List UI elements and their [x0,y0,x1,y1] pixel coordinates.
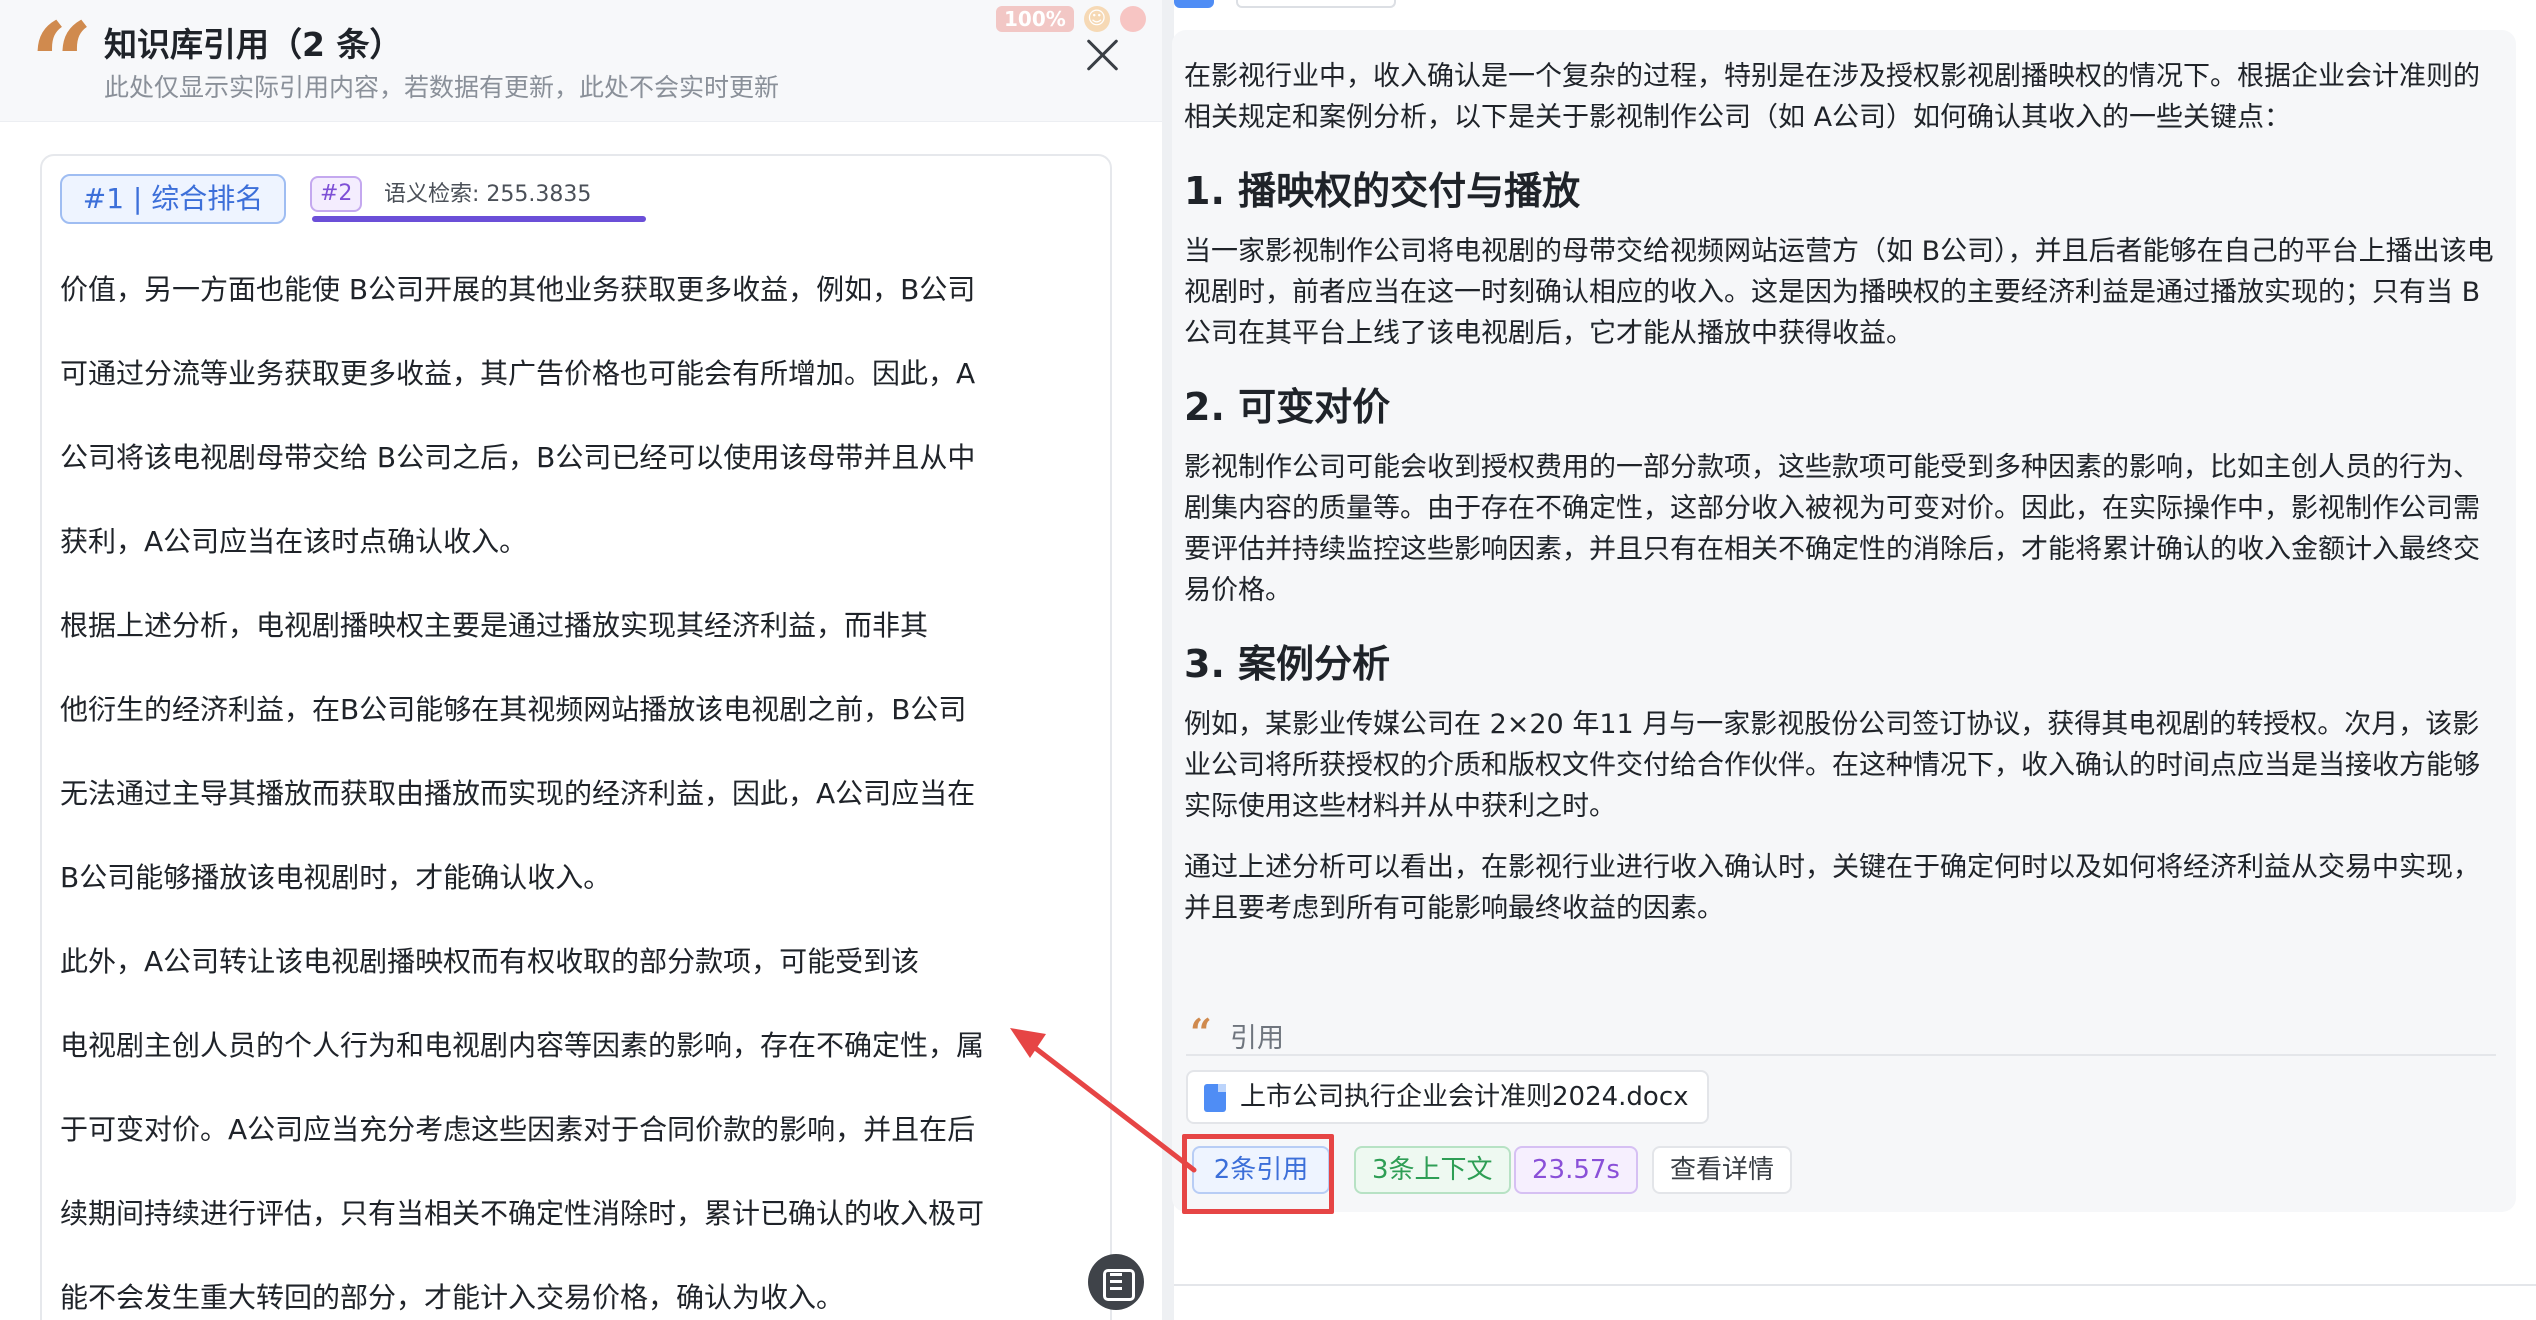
answer-content: 在影视行业中，收入确认是一个复杂的过程，特别是在涉及授权影视剧播映权的情况下。根… [1184,56,2494,929]
citation-line: 公司将该电视剧母带交给 B公司之后，B公司已经可以使用该母带并且从中 [60,441,976,474]
citation-line: 能不会发生重大转回的部分，才能计入交易价格，确认为收入。 [60,1281,845,1314]
citation-panel: “ 知识库引用（2 条） 此处仅显示实际引用内容，若数据有更新，此处不会实时更新… [0,0,1162,1320]
document-icon [1204,1084,1226,1112]
section-body: 当一家影视制作公司将电视剧的母带交给视频网站运营方（如 B公司），并且后者能够在… [1184,236,2494,349]
section-body: 影视制作公司可能会收到授权费用的一部分款项，这些款项可能受到多种因素的影响，比如… [1184,452,2480,606]
panel-title: 知识库引用（2 条） [104,25,403,64]
citation-line: 价值，另一方面也能使 B公司开展的其他业务获取更多收益，例如，B公司 [60,273,976,306]
citation-line: 获利，A公司应当在该时点确认收入。 [60,525,528,558]
cited-file[interactable]: 上市公司执行企业会计准则2024.docx [1186,1070,1709,1124]
quote-icon: “ [1190,1010,1212,1055]
citation-card: #1 | 综合排名 #2 语义检索: 255.3835 价值，另一方面也能使 B… [40,154,1112,1320]
citation-line: 无法通过主导其播放而获取由播放而实现的经济利益，因此，A公司应当在 [60,777,976,810]
zoom-level[interactable]: 100% [996,6,1074,32]
tab-rank[interactable]: #1 | 综合排名 [60,174,286,224]
answer-conclusion: 通过上述分析可以看出，在影视行业进行收入确认时，关键在于确定何时以及如何将经济利… [1184,852,2480,924]
section-heading: 2. 可变对价 [1184,385,1391,429]
top-tab-group[interactable] [1236,0,1396,8]
citation-line: 续期间持续进行评估，只有当相关不确定性消除时，累计已确认的收入极可 [60,1197,985,1230]
quote-icon: “ [30,0,94,127]
bottom-divider [1174,1284,2536,1286]
context-count-button[interactable]: 3条上下文 [1354,1146,1511,1194]
citation-label: 引用 [1230,1023,1284,1054]
cited-file-name: 上市公司执行企业会计准则2024.docx [1240,1082,1689,1112]
citation-line: 此外，A公司转让该电视剧播映权而有权收取的部分款项，可能受到该 [60,945,920,978]
section-heading: 3. 案例分析 [1184,642,1391,686]
section-body: 例如，某影业传媒公司在 2×20 年11 月与一家影视股份公司签订协议，获得其电… [1184,709,2480,822]
active-tab-indicator [312,216,646,222]
citation-panel-header: “ 知识库引用（2 条） 此处仅显示实际引用内容，若数据有更新，此处不会实时更新… [0,0,1162,122]
section-heading: 1. 播映权的交付与播放 [1184,169,1581,213]
citation-line: B公司能够播放该电视剧时，才能确认收入。 [60,861,612,894]
tab-citation-number[interactable]: #2 [310,176,363,212]
response-time-badge: 23.57s [1514,1146,1638,1194]
close-icon[interactable] [1086,38,1120,72]
view-details-button[interactable]: 查看详情 [1652,1146,1793,1194]
citation-line: 于可变对价。A公司应当充分考虑这些因素对于合同价款的影响，并且在后 [60,1113,976,1146]
citation-line: 根据上述分析，电视剧播映权主要是通过播放实现其经济利益，而非其 [60,609,929,642]
citation-text: 价值，另一方面也能使 B公司开展的其他业务获取更多收益，例如，B公司 可通过分流… [60,248,1100,1320]
smile-icon[interactable]: ☺ [1083,6,1110,32]
window-controls: 100% ☺ [996,4,1146,34]
answer-card: 在影视行业中，收入确认是一个复杂的过程，特别是在涉及授权影视剧播映权的情况下。根… [1172,30,2516,1212]
answer-intro: 在影视行业中，收入确认是一个复杂的过程，特别是在涉及授权影视剧播映权的情况下。根… [1184,61,2480,133]
citation-section-header: “ 引用 [1186,1010,2496,1056]
scan-text-icon[interactable] [1088,1254,1144,1310]
semantic-score: 语义检索: 255.3835 [384,182,592,207]
citation-line: 电视剧主创人员的个人行为和电视剧内容等因素的影响，存在不确定性，属 [60,1029,985,1062]
panel-subtitle: 此处仅显示实际引用内容，若数据有更新，此处不会实时更新 [104,73,780,102]
top-accent-tab[interactable] [1174,0,1214,8]
citation-line: 他衍生的经济利益，在B公司能够在其视频网站播放该电视剧之前，B公司 [60,693,967,726]
citation-line: 可通过分流等业务获取更多收益，其广告价格也可能会有所增加。因此，A [60,357,976,390]
highlight-box [1182,1134,1334,1214]
close-window-icon[interactable] [1119,6,1146,32]
